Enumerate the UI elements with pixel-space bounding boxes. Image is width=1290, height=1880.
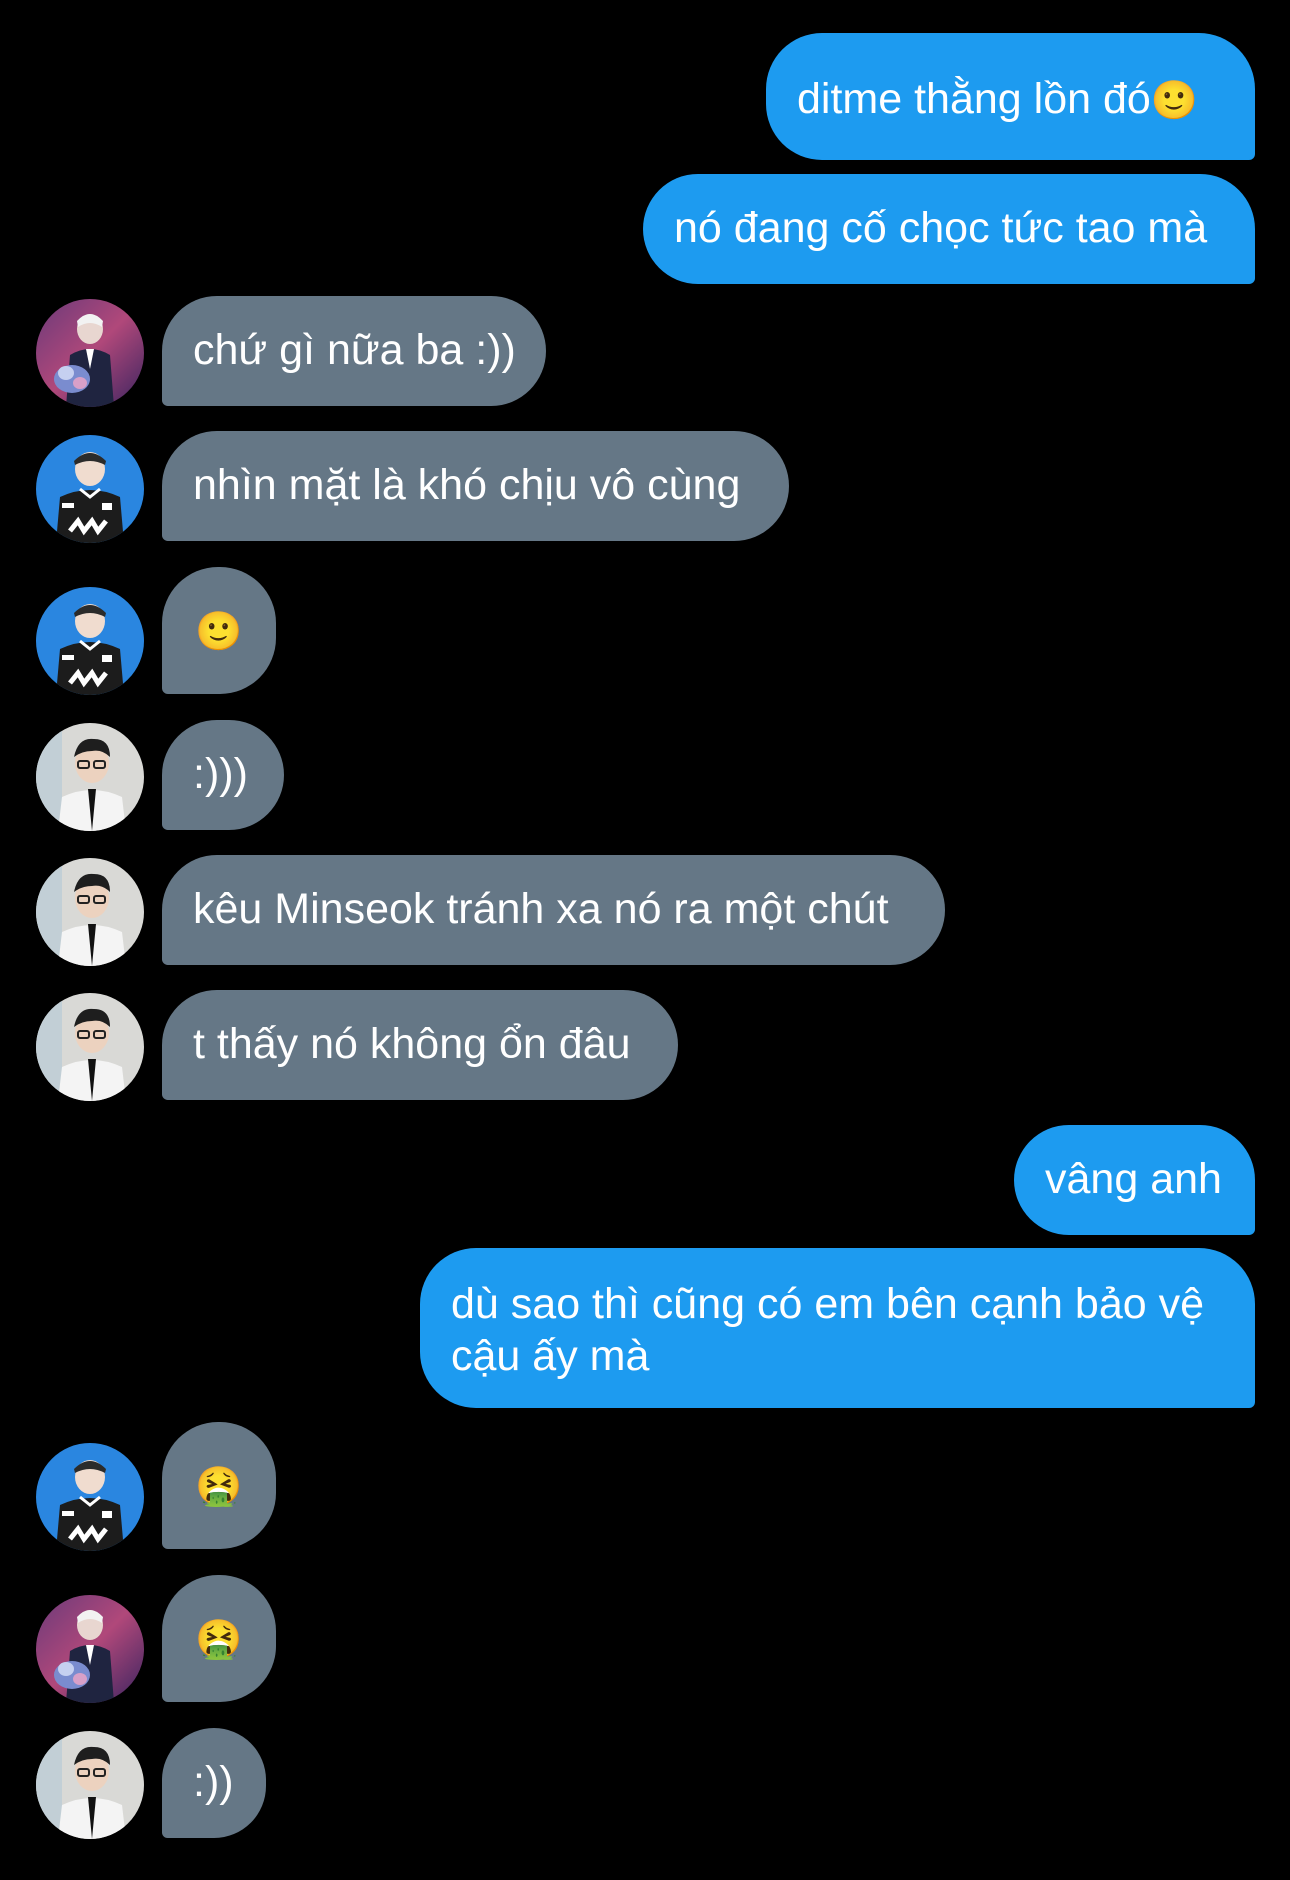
vomiting-face-icon: 🤮 — [195, 1463, 243, 1508]
message-bubble-received[interactable]: 🙂 — [162, 567, 276, 694]
message-bubble-sent[interactable]: ditme thằng lồn đó🙂 — [766, 33, 1255, 160]
avatar[interactable] — [36, 1595, 144, 1703]
message-bubble-received[interactable]: chứ gì nữa ba :)) — [162, 296, 546, 406]
message-text: t thấy nó không ổn đâu — [193, 1020, 631, 1068]
message-bubble-sent[interactable]: vâng anh — [1014, 1125, 1255, 1235]
message-bubble-received[interactable]: 🤮 — [162, 1575, 276, 1702]
avatar-suit-glasses-icon — [36, 858, 144, 966]
avatar-blue-jersey-icon — [36, 1443, 144, 1551]
avatar[interactable] — [36, 299, 144, 407]
message-text: vâng anh — [1045, 1155, 1222, 1203]
avatar[interactable] — [36, 435, 144, 543]
avatar-suit-glasses-icon — [36, 993, 144, 1101]
message-bubble-received[interactable]: nhìn mặt là khó chịu vô cùng — [162, 431, 789, 541]
slightly-smiling-face-icon: 🙂 — [1150, 78, 1199, 122]
avatar[interactable] — [36, 1731, 144, 1839]
avatar[interactable] — [36, 993, 144, 1101]
message-text: :)) — [193, 1758, 234, 1806]
message-bubble-sent[interactable]: nó đang cố chọc tức tao mà — [643, 174, 1255, 284]
message-text: chứ gì nữa ba :)) — [193, 326, 516, 374]
message-bubble-received[interactable]: :))) — [162, 720, 284, 830]
slightly-smiling-face-icon: 🙂 — [195, 608, 243, 653]
avatar-purple-stage-icon — [36, 299, 144, 407]
avatar-purple-stage-icon — [36, 1595, 144, 1703]
message-bubble-sent[interactable]: dù sao thì cũng có em bên cạnh bảo vệ cậ… — [420, 1248, 1255, 1408]
avatar[interactable] — [36, 1443, 144, 1551]
message-bubble-received[interactable]: :)) — [162, 1728, 266, 1838]
avatar[interactable] — [36, 723, 144, 831]
avatar-suit-glasses-icon — [36, 723, 144, 831]
message-text: dù sao thì cũng có em bên cạnh bảo vệ cậ… — [451, 1280, 1205, 1380]
message-text: nhìn mặt là khó chịu vô cùng — [193, 461, 741, 509]
message-text: kêu Minseok tránh xa nó ra một chút — [193, 885, 889, 933]
avatar-suit-glasses-icon — [36, 1731, 144, 1839]
message-text: :))) — [193, 750, 248, 798]
message-bubble-received[interactable]: t thấy nó không ổn đâu — [162, 990, 678, 1100]
avatar[interactable] — [36, 858, 144, 966]
avatar[interactable] — [36, 587, 144, 695]
avatar-blue-jersey-icon — [36, 435, 144, 543]
message-text: ditme thằng lồn đó — [797, 75, 1151, 123]
message-bubble-received[interactable]: 🤮 — [162, 1422, 276, 1549]
vomiting-face-icon: 🤮 — [195, 1616, 243, 1661]
avatar-blue-jersey-icon — [36, 587, 144, 695]
message-text: nó đang cố chọc tức tao mà — [674, 204, 1208, 252]
message-bubble-received[interactable]: kêu Minseok tránh xa nó ra một chút — [162, 855, 945, 965]
